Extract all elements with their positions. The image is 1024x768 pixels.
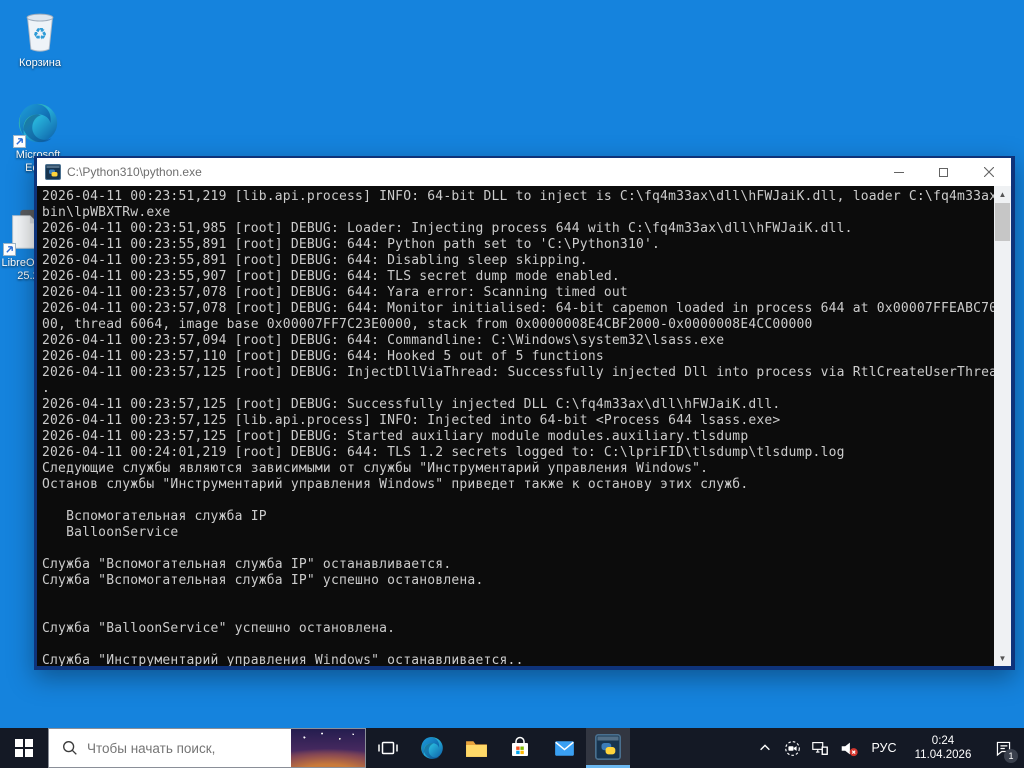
start-button[interactable] — [0, 728, 48, 768]
taskbar-mail-button[interactable] — [542, 728, 586, 768]
edge-icon — [13, 100, 61, 148]
tray-language-indicator[interactable]: РУС — [864, 728, 904, 768]
scrollbar[interactable]: ▲ ▼ — [994, 186, 1011, 666]
windows-logo-icon — [15, 739, 33, 757]
tray-volume-muted-button[interactable] — [834, 728, 864, 768]
console-line: 2026-04-11 00:23:57,125 [lib.api.process… — [42, 413, 781, 428]
scrollbar-thumb[interactable] — [995, 203, 1010, 241]
console-line: Служба "BalloonService" успешно остановл… — [42, 621, 396, 636]
taskbar: РУС 0:24 11.04.2026 1 — [0, 728, 1024, 768]
meet-now-camera-icon — [784, 740, 800, 756]
search-input[interactable] — [87, 740, 291, 756]
task-view-button[interactable] — [366, 728, 410, 768]
notification-center-button[interactable]: 1 — [982, 728, 1024, 768]
console-line: Следующие службы являются зависимыми от … — [42, 461, 709, 476]
network-icon — [812, 742, 828, 755]
taskbar-python-console-button[interactable] — [586, 728, 630, 768]
python-console-icon — [595, 733, 621, 760]
svg-text:♻: ♻ — [33, 25, 48, 44]
console-line: 2026-04-11 00:23:57,125 [root] DEBUG: St… — [42, 429, 749, 444]
console-line: bin\lpWBXTRw.exe — [42, 205, 171, 220]
chevron-up-icon — [760, 744, 770, 751]
taskbar-search[interactable] — [48, 728, 366, 768]
python-console-icon — [45, 164, 61, 180]
console-line: 2026-04-11 00:23:57,078 [root] DEBUG: 64… — [42, 285, 628, 300]
tray-show-hidden-icons-button[interactable] — [752, 728, 778, 768]
console-line: 2026-04-11 00:23:57,094 [root] DEBUG: 64… — [42, 333, 725, 348]
console-line: . — [42, 381, 51, 396]
task-view-icon — [378, 741, 398, 755]
taskbar-edge-button[interactable] — [410, 728, 454, 768]
console-line: BalloonService — [42, 525, 179, 540]
console-line: 2026-04-11 00:23:57,078 [root] DEBUG: 64… — [42, 301, 994, 316]
window-titlebar[interactable]: C:\Python310\python.exe — [37, 158, 1011, 186]
console-line: 2026-04-11 00:23:57,125 [root] DEBUG: Su… — [42, 397, 781, 412]
console-output: 2026-04-11 00:23:51,219 [lib.api.process… — [37, 186, 994, 666]
tray-meet-now-button[interactable] — [778, 728, 806, 768]
tray-network-button[interactable] — [806, 728, 834, 768]
console-line: 2026-04-11 00:23:55,891 [root] DEBUG: 64… — [42, 237, 661, 252]
console-line: Служба "Вспомогательная служба IP" остан… — [42, 557, 452, 572]
console-line: Останов службы "Инструментарий управлени… — [42, 477, 749, 492]
mail-icon — [554, 740, 574, 756]
console-line: 2026-04-11 00:24:01,219 [root] DEBUG: 64… — [42, 445, 845, 460]
minimize-icon — [893, 171, 904, 173]
window-title: C:\Python310\python.exe — [67, 165, 202, 179]
notification-badge: 1 — [1004, 749, 1018, 763]
taskbar-store-button[interactable] — [498, 728, 542, 768]
shortcut-arrow-icon — [3, 243, 16, 256]
tray-clock[interactable]: 0:24 11.04.2026 — [904, 728, 982, 768]
console-line: Служба "Вспомогательная служба IP" успеш… — [42, 573, 484, 588]
maximize-button[interactable] — [921, 158, 966, 186]
shortcut-arrow-icon — [13, 135, 26, 148]
console-line: Служба "Инструментарий управления Window… — [42, 653, 524, 666]
scroll-down-icon[interactable]: ▼ — [994, 650, 1011, 666]
search-icon — [63, 741, 77, 755]
console-line: 2026-04-11 00:23:57,110 [root] DEBUG: 64… — [42, 349, 604, 364]
console-line: 2026-04-11 00:23:55,907 [root] DEBUG: 64… — [42, 269, 620, 284]
console-line: 2026-04-11 00:23:55,891 [root] DEBUG: 64… — [42, 253, 588, 268]
scroll-up-icon[interactable]: ▲ — [994, 186, 1011, 202]
minimize-button[interactable] — [876, 158, 921, 186]
desktop-icon-recycle-bin[interactable]: ♻ Корзина — [8, 8, 72, 70]
microsoft-store-icon — [512, 736, 528, 756]
console-line: 2026-04-11 00:23:51,219 [lib.api.process… — [42, 189, 994, 204]
console-line: Вспомогательная служба IP — [42, 509, 267, 524]
search-daily-image[interactable] — [291, 729, 365, 767]
console-window: C:\Python310\python.exe 2026-04-11 00:23… — [34, 156, 1015, 670]
volume-muted-icon — [841, 742, 858, 756]
console-line: 2026-04-11 00:23:51,985 [root] DEBUG: Lo… — [42, 221, 853, 236]
taskbar-file-explorer-button[interactable] — [454, 728, 498, 768]
clock-time: 0:24 — [931, 734, 955, 747]
close-button[interactable] — [966, 158, 1011, 186]
edge-icon — [421, 737, 443, 759]
console-line: 2026-04-11 00:23:57,125 [root] DEBUG: In… — [42, 365, 994, 380]
recycle-bin-icon: ♻ — [17, 8, 63, 54]
desktop-icon-label: Корзина — [19, 57, 61, 69]
language-label: РУС — [871, 741, 897, 755]
clock-date: 11.04.2026 — [914, 749, 972, 761]
close-icon — [983, 167, 994, 177]
file-explorer-icon — [465, 740, 487, 757]
maximize-icon — [939, 167, 948, 177]
console-line: 00, thread 6064, image base 0x00007FF7C2… — [42, 317, 813, 332]
